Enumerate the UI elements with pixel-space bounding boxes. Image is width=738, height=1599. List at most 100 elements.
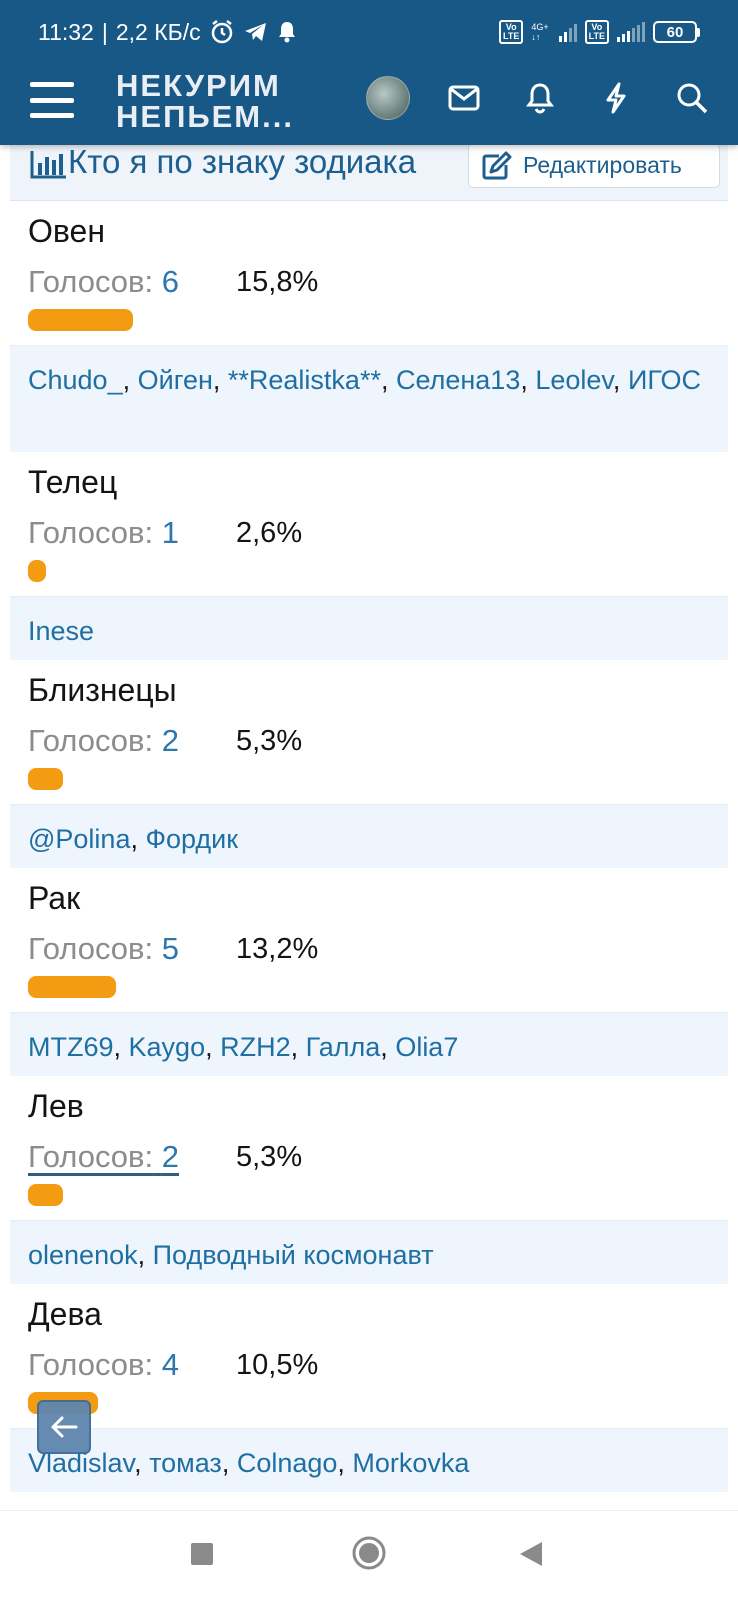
voter-link[interactable]: Inese xyxy=(28,616,94,646)
poll-option: Близнецы Голосов: 2 5,3% xyxy=(10,660,728,805)
option-name: Дева xyxy=(28,1296,102,1332)
poll-option: Телец Голосов: 1 2,6% xyxy=(10,452,728,597)
vote-percent: 2,6% xyxy=(236,517,303,549)
voter-link[interactable]: Chudo_ xyxy=(28,365,123,395)
voters-list: MTZ69, Kaygo, RZH2, Галла, Olia7 xyxy=(10,1013,728,1076)
voter-link[interactable]: MTZ69 xyxy=(28,1032,114,1062)
arrow-left-icon xyxy=(51,1416,78,1438)
votes-number: 4 xyxy=(161,1347,179,1382)
edit-icon xyxy=(482,151,512,179)
voter-link[interactable]: **Realistka** xyxy=(228,365,381,395)
poll-option: Овен Голосов: 6 15,8% xyxy=(10,201,728,346)
votes-number: 1 xyxy=(161,515,179,550)
voter-link[interactable]: RZH2 xyxy=(220,1032,291,1062)
notification-bell-icon xyxy=(277,20,297,44)
signal-strength-icon xyxy=(558,22,577,42)
votes-label: Голосов: xyxy=(28,264,154,299)
option-name: Лев xyxy=(28,1088,84,1124)
vote-percent: 13,2% xyxy=(236,933,319,965)
votes-label: Голосов: xyxy=(28,1139,154,1174)
option-name: Телец xyxy=(28,464,118,500)
voter-link[interactable]: Ойген xyxy=(138,365,213,395)
voters-list: olenenok, Подводный космонавт xyxy=(10,1221,728,1284)
voter-link[interactable]: @Polina xyxy=(28,824,130,854)
votes-count-link[interactable]: Голосов: 6 xyxy=(28,264,179,300)
voters-list: Vladislav, томаз, Colnago, Morkovka xyxy=(10,1429,728,1492)
system-navigation-bar xyxy=(0,1511,738,1599)
poll-option: Дева Голосов: 4 10,5% xyxy=(10,1284,728,1429)
envelope-icon[interactable] xyxy=(444,78,484,118)
volte-icon-2: Vo LTE xyxy=(584,20,609,44)
option-name: Рак xyxy=(28,880,81,916)
volte-icon: Vo LTE xyxy=(499,20,524,44)
voters-list: Chudo_, Ойген, **Realistka**, Селена13, … xyxy=(10,346,728,452)
hamburger-menu-icon[interactable] xyxy=(30,82,74,118)
votes-label: Голосов: xyxy=(28,931,154,966)
app-header: НЕКУРИМ НЕПЬЕМ... xyxy=(0,64,738,145)
voter-link[interactable]: olenenok xyxy=(28,1240,138,1270)
vote-progress-bar xyxy=(28,768,63,790)
voter-link[interactable]: Olia7 xyxy=(395,1032,458,1062)
voter-link[interactable]: Фордик xyxy=(145,824,238,854)
status-net-speed: 2,2 КБ/с xyxy=(115,18,201,45)
signal-strength-icon-2 xyxy=(617,22,645,42)
votes-number: 6 xyxy=(161,264,179,299)
voter-link[interactable]: Morkovka xyxy=(352,1448,469,1478)
lightning-icon[interactable] xyxy=(596,78,636,118)
status-time: 11:32 xyxy=(38,18,94,45)
poll-title: Кто я по знаку зодиака xyxy=(68,143,417,180)
home-button[interactable] xyxy=(352,1536,386,1575)
network-type: 4G+ ↓↑ xyxy=(531,22,549,42)
vote-percent: 5,3% xyxy=(236,725,303,757)
votes-count-link[interactable]: Голосов: 5 xyxy=(28,931,179,967)
poll-title-bar: Кто я по знаку зодиака Редактировать xyxy=(10,143,728,201)
telegram-icon xyxy=(243,20,269,44)
voter-link[interactable]: Leolev xyxy=(535,365,613,395)
vote-progress-bar xyxy=(28,560,46,582)
user-avatar[interactable] xyxy=(366,76,410,120)
vote-percent: 10,5% xyxy=(236,1349,319,1381)
votes-label: Голосов: xyxy=(28,1347,154,1382)
top-bar: 11:32 | 2,2 КБ/с Vo LTE 4G+ ↓↑ Vo LTE 60… xyxy=(0,0,738,145)
back-nav-button[interactable] xyxy=(518,1540,544,1573)
battery-icon: 60 xyxy=(653,21,700,43)
poll-option: Рак Голосов: 5 13,2% xyxy=(10,868,728,1013)
votes-count-link[interactable]: Голосов: 1 xyxy=(28,515,179,551)
vote-progress-bar xyxy=(28,1184,63,1206)
votes-number: 2 xyxy=(161,1139,179,1174)
voter-link[interactable]: томаз xyxy=(149,1448,222,1478)
votes-count-link[interactable]: Голосов: 2 xyxy=(28,723,179,759)
votes-count-link[interactable]: Голосов: 2 xyxy=(28,1139,179,1175)
bell-icon[interactable] xyxy=(520,78,560,118)
alarm-icon xyxy=(209,19,235,45)
option-name: Овен xyxy=(28,213,105,249)
votes-label: Голосов: xyxy=(28,723,154,758)
poll-results: Овен Голосов: 6 15,8% Chudo_, Ойген, **Real… xyxy=(10,201,728,1492)
vote-progress-bar xyxy=(28,309,133,331)
poll-option: Лев Голосов: 2 5,3% xyxy=(10,1076,728,1221)
votes-number: 5 xyxy=(161,931,179,966)
voters-list: @Polina, Фордик xyxy=(10,805,728,868)
voter-link[interactable]: ИГОС xyxy=(628,365,701,395)
vote-percent: 15,8% xyxy=(236,266,319,298)
votes-number: 2 xyxy=(161,723,179,758)
site-logo[interactable]: НЕКУРИМ НЕПЬЕМ... xyxy=(116,70,294,132)
votes-label: Голосов: xyxy=(28,515,154,550)
votes-count-link[interactable]: Голосов: 4 xyxy=(28,1347,179,1383)
voter-link[interactable]: Kaygo xyxy=(129,1032,206,1062)
back-button[interactable] xyxy=(37,1400,91,1454)
edit-button-label: Редактировать xyxy=(523,152,682,178)
voter-link[interactable]: Галла xyxy=(306,1032,381,1062)
voter-link[interactable]: Подводный космонавт xyxy=(153,1240,434,1270)
search-icon[interactable] xyxy=(672,78,712,118)
voters-list: Inese xyxy=(10,597,728,660)
bar-chart-icon xyxy=(30,151,66,179)
recent-apps-button[interactable] xyxy=(190,1542,214,1571)
edit-button[interactable]: Редактировать xyxy=(468,143,720,188)
status-bar: 11:32 | 2,2 КБ/с Vo LTE 4G+ ↓↑ Vo LTE 60 xyxy=(0,0,738,64)
voter-link[interactable]: Селена13 xyxy=(396,365,520,395)
option-name: Близнецы xyxy=(28,672,177,708)
voter-link[interactable]: Colnago xyxy=(237,1448,338,1478)
vote-percent: 5,3% xyxy=(236,1141,303,1173)
vote-progress-bar xyxy=(28,976,116,998)
